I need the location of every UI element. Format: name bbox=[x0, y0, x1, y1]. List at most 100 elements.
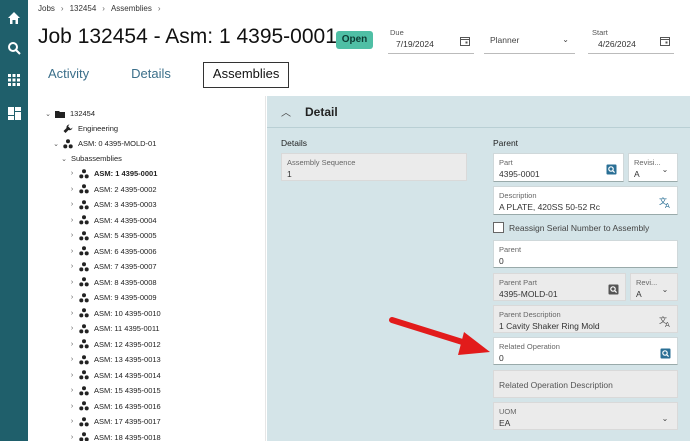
chevron-down-icon[interactable]: ⌄ bbox=[44, 110, 52, 118]
parent-revision-select: Revi... A ⌄ bbox=[630, 273, 678, 301]
chevron-right-icon[interactable]: › bbox=[68, 356, 76, 363]
chevron-right-icon[interactable]: › bbox=[68, 186, 76, 193]
tree-subassembly-item[interactable]: › ASM: 11 4395-0011 bbox=[68, 321, 160, 336]
tree-subassembly-item[interactable]: › ASM: 1 4395-0001 bbox=[68, 166, 157, 181]
part-field[interactable]: Part 4395-0001 bbox=[493, 153, 624, 182]
tree-subassembly-item[interactable]: › ASM: 18 4395-0018 bbox=[68, 430, 161, 441]
search-icon[interactable] bbox=[6, 40, 22, 56]
chevron-right-icon[interactable]: › bbox=[68, 372, 76, 379]
tree-subassembly-item[interactable]: › ASM: 9 4395-0009 bbox=[68, 290, 157, 305]
tree-subassemblies[interactable]: ⌄ Subassemblies bbox=[60, 151, 122, 166]
details-section-label: Details bbox=[281, 138, 307, 148]
page-title: Job 132454 - Asm: 1 4395-0001 bbox=[38, 25, 337, 48]
breadcrumb-jobs[interactable]: Jobs bbox=[38, 4, 55, 13]
chevron-right-icon[interactable]: › bbox=[68, 325, 76, 332]
breadcrumb-job[interactable]: 132454 bbox=[70, 4, 97, 13]
tree-root[interactable]: ⌄ 132454 bbox=[44, 106, 95, 121]
tree-subassembly-item[interactable]: › ASM: 16 4395-0016 bbox=[68, 399, 161, 414]
parent-description-value: 1 Cavity Shaker Ring Mold bbox=[499, 321, 600, 331]
tree-subassembly-item[interactable]: › ASM: 5 4395-0005 bbox=[68, 228, 157, 243]
planner-label: Planner bbox=[490, 35, 520, 45]
chevron-up-icon[interactable]: ︿ bbox=[281, 104, 293, 119]
chevron-right-icon[interactable]: › bbox=[68, 279, 76, 286]
calendar-icon[interactable] bbox=[660, 33, 670, 51]
tree-subassembly-item[interactable]: › ASM: 4 4395-0004 bbox=[68, 213, 157, 228]
assembly-sequence-label: Assembly Sequence bbox=[287, 158, 356, 167]
tree-engineering[interactable]: Engineering bbox=[52, 121, 118, 136]
parent-part-search-icon[interactable] bbox=[607, 283, 619, 295]
description-field[interactable]: Description A PLATE, 420SS 50-52 Rc 文A bbox=[493, 186, 678, 215]
reassign-serial-label: Reassign Serial Number to Assembly bbox=[509, 223, 650, 233]
assembly-icon bbox=[79, 230, 89, 241]
translate-icon[interactable]: 文A bbox=[659, 315, 671, 327]
chevron-right-icon[interactable]: › bbox=[68, 263, 76, 270]
chevron-right-icon[interactable]: › bbox=[68, 403, 76, 410]
detail-header[interactable]: ︿ Detail bbox=[267, 96, 690, 128]
tab-details[interactable]: Details bbox=[121, 62, 181, 88]
chevron-right-icon[interactable]: › bbox=[68, 232, 76, 239]
tree-subassembly-item[interactable]: › ASM: 7 4395-0007 bbox=[68, 259, 157, 274]
tree-asm-0[interactable]: ⌄ ASM: 0 4395-MOLD-01 bbox=[52, 136, 156, 151]
assembly-icon bbox=[79, 277, 89, 287]
start-label: Start bbox=[592, 28, 608, 37]
related-operation-description-label: Related Operation Description bbox=[499, 380, 613, 390]
related-operation-value: 0 bbox=[499, 353, 504, 363]
related-operation-search-icon[interactable] bbox=[659, 347, 671, 359]
chevron-down-icon[interactable]: ⌄ bbox=[60, 155, 68, 163]
revision-select[interactable]: Revisi... A ⌄ bbox=[628, 153, 678, 182]
home-icon[interactable] bbox=[6, 10, 22, 26]
chevron-right-icon[interactable]: › bbox=[68, 217, 76, 224]
assembly-icon bbox=[79, 184, 89, 194]
related-operation-label: Related Operation bbox=[499, 342, 560, 351]
status-badge: Open bbox=[336, 31, 373, 49]
chevron-right-icon[interactable]: › bbox=[68, 434, 76, 441]
planner-select[interactable]: Planner ⌄ bbox=[484, 26, 575, 54]
description-label: Description bbox=[499, 191, 537, 200]
apps-grid-icon[interactable] bbox=[6, 72, 22, 88]
tab-assemblies[interactable]: Assemblies bbox=[202, 62, 290, 88]
chevron-right-icon[interactable]: › bbox=[68, 294, 76, 301]
part-search-icon[interactable] bbox=[605, 163, 617, 175]
chevron-down-icon: ⌄ bbox=[661, 284, 669, 294]
tree-subassembly-label: ASM: 12 4395-0012 bbox=[94, 339, 161, 349]
reassign-serial-checkbox[interactable] bbox=[493, 222, 504, 233]
chevron-right-icon[interactable]: › bbox=[68, 310, 76, 317]
tree-subassembly-item[interactable]: › ASM: 14 4395-0014 bbox=[68, 368, 161, 383]
uom-select: UOM EA ⌄ bbox=[493, 402, 678, 430]
tree-subassembly-item[interactable]: › ASM: 10 4395-0010 bbox=[68, 306, 161, 321]
tree-subassembly-item[interactable]: › ASM: 15 4395-0015 bbox=[68, 383, 161, 398]
calendar-icon[interactable] bbox=[460, 33, 470, 51]
chevron-down-icon[interactable]: ⌄ bbox=[52, 140, 60, 148]
translate-icon[interactable]: 文A bbox=[659, 196, 671, 208]
chevron-right-icon[interactable]: › bbox=[68, 170, 76, 177]
tree-subassembly-item[interactable]: › ASM: 6 4395-0006 bbox=[68, 244, 157, 259]
assembly-icon bbox=[79, 385, 89, 396]
tree-subassembly-item[interactable]: › ASM: 2 4395-0002 bbox=[68, 182, 157, 197]
tree-subassembly-item[interactable]: › ASM: 13 4395-0013 bbox=[68, 352, 161, 367]
start-date-field[interactable]: Start 4/26/2024 bbox=[588, 26, 674, 54]
tree-subassembly-item[interactable]: › ASM: 8 4395-0008 bbox=[68, 275, 157, 290]
assembly-icon bbox=[79, 292, 89, 303]
assembly-tree: ⌄ 132454 Engineering ⌄ ASM: 0 4395-MOLD-… bbox=[28, 96, 266, 441]
chevron-right-icon[interactable]: › bbox=[68, 248, 76, 255]
chevron-right-icon[interactable]: › bbox=[68, 341, 76, 348]
dashboard-icon[interactable] bbox=[6, 105, 22, 121]
tree-subassembly-label: ASM: 7 4395-0007 bbox=[94, 262, 157, 271]
related-operation-field[interactable]: Related Operation 0 bbox=[493, 337, 678, 365]
chevron-right-icon[interactable]: › bbox=[68, 387, 76, 394]
tree-subassembly-item[interactable]: › ASM: 3 4395-0003 bbox=[68, 197, 157, 212]
parent-field[interactable]: Parent 0 bbox=[493, 240, 678, 268]
chevron-down-icon: ⌄ bbox=[562, 35, 569, 44]
chevron-right-icon[interactable]: › bbox=[68, 418, 76, 425]
tab-activity[interactable]: Activity bbox=[38, 62, 99, 88]
breadcrumb-separator: › bbox=[60, 4, 64, 13]
chevron-down-icon: ⌄ bbox=[661, 164, 669, 174]
tree-asm-0-label: ASM: 0 4395-MOLD-01 bbox=[78, 139, 157, 148]
assembly-sequence-field: Assembly Sequence 1 bbox=[281, 153, 467, 181]
tree-subassembly-item[interactable]: › ASM: 12 4395-0012 bbox=[68, 337, 161, 352]
due-date-field[interactable]: Due 7/19/2024 bbox=[388, 26, 474, 54]
breadcrumb-assemblies[interactable]: Assemblies bbox=[111, 4, 152, 13]
tree-root-label: 132454 bbox=[70, 109, 96, 118]
chevron-right-icon[interactable]: › bbox=[68, 201, 76, 208]
tree-subassembly-item[interactable]: › ASM: 17 4395-0017 bbox=[68, 414, 161, 429]
